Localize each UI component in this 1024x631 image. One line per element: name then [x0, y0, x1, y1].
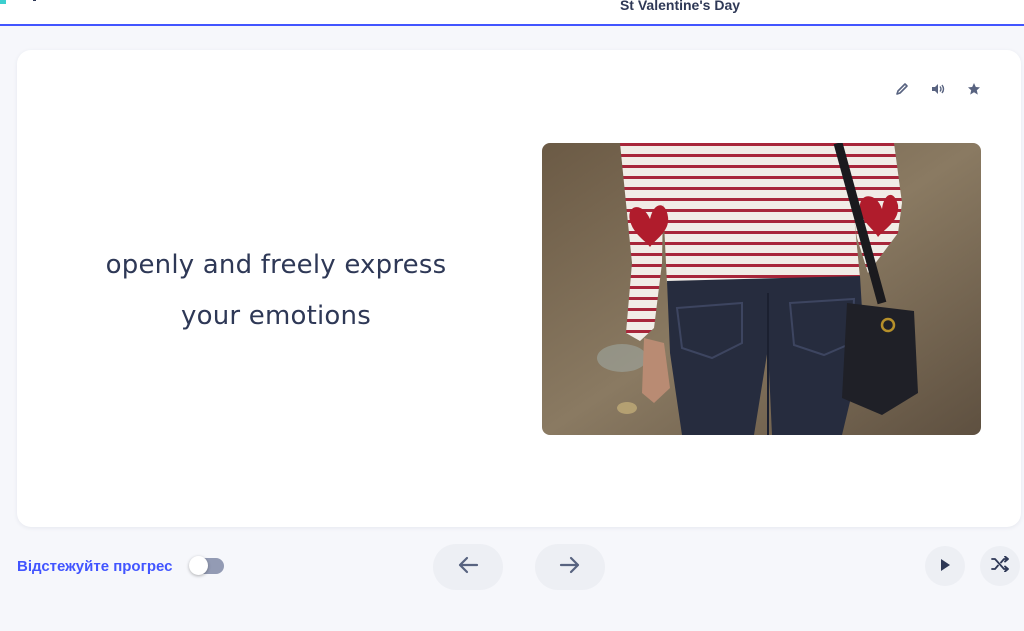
track-progress-toggle[interactable] [189, 556, 224, 575]
term-text: openly and freely express your emotions [47, 240, 505, 342]
term-line-1: openly and freely express [105, 250, 447, 280]
flashcard[interactable]: openly and freely express your emotions [17, 50, 1021, 527]
play-icon [938, 557, 952, 576]
star-icon[interactable] [965, 80, 983, 98]
term-line-2: your emotions [181, 301, 371, 331]
track-progress-label: Відстежуйте прогрес [17, 558, 173, 575]
footer-controls: Відстежуйте прогрес [0, 540, 1024, 600]
arrow-right-icon [559, 556, 581, 578]
shuffle-button[interactable] [980, 546, 1020, 586]
card-image [542, 143, 981, 435]
pencil-icon[interactable] [893, 80, 911, 98]
previous-card-button[interactable] [433, 544, 503, 590]
toggle-knob [189, 556, 208, 575]
card-toolbar [893, 80, 983, 98]
next-card-button[interactable] [535, 544, 605, 590]
menu-dot [33, 0, 36, 1]
top-bar: St Valentine's Day [0, 0, 1024, 26]
shuffle-icon [991, 555, 1009, 576]
set-title: St Valentine's Day [619, 0, 741, 13]
arrow-left-icon [457, 556, 479, 578]
autoplay-button[interactable] [925, 546, 965, 586]
speaker-icon[interactable] [929, 80, 947, 98]
logo[interactable] [0, 0, 6, 4]
